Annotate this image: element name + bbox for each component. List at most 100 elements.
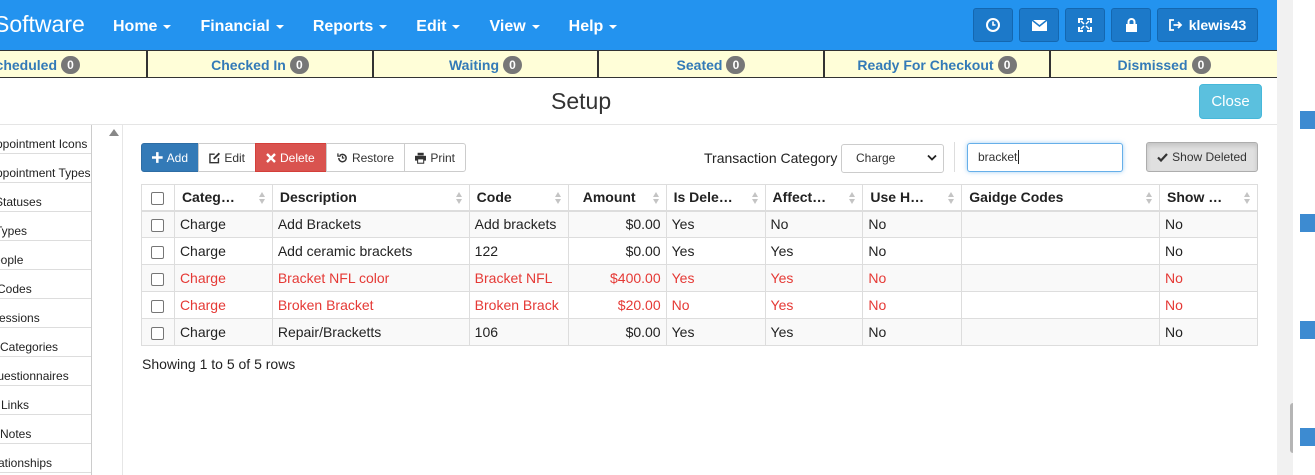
column-code[interactable]: Code [468, 184, 569, 212]
close-button[interactable]: Close [1199, 84, 1262, 119]
sidebar-item[interactable]: Sessions [0, 299, 91, 328]
search-input[interactable]: bracket [967, 143, 1123, 172]
cell-is-deleted: Yes [665, 237, 766, 265]
column-amount[interactable]: Amount [567, 184, 667, 212]
cell-gaidge-codes [961, 264, 1160, 292]
messages-button[interactable] [1019, 8, 1059, 42]
table-row-deleted[interactable]: Charge Bracket NFL color Bracket NFL $40… [141, 264, 1258, 292]
setup-sidebar: Appointment Icons Appointment Types Stat… [0, 125, 92, 475]
restore-button[interactable]: Restore [326, 143, 405, 172]
table-row-deleted[interactable]: Charge Broken Bracket Broken Brack $20.0… [141, 291, 1258, 319]
table-row[interactable]: Charge Add ceramic brackets 122 $0.00 Ye… [141, 237, 1258, 265]
delete-button[interactable]: Delete [255, 143, 327, 172]
row-checkbox[interactable] [151, 245, 165, 259]
lock-button[interactable] [1111, 8, 1151, 42]
column-affects[interactable]: Affect… [764, 184, 864, 212]
column-label: Is Dele… [673, 189, 733, 206]
sidebar-item[interactable]: People [0, 241, 91, 270]
top-navbar: Software Home Financial Reports Edit Vie… [0, 0, 1277, 50]
sidebar-item[interactable]: Questionnaires [0, 357, 91, 386]
edit-button[interactable]: Edit [198, 143, 256, 172]
print-icon [415, 152, 427, 164]
cell-description: Repair/Bracketts [271, 318, 470, 346]
clock-icon [986, 18, 1000, 32]
search-value: bracket [978, 150, 1018, 164]
menu-financial[interactable]: Financial [200, 0, 312, 50]
status-seated[interactable]: Seated 0 [599, 51, 825, 78]
menu-view[interactable]: View [489, 0, 568, 50]
cell-use-h: No [862, 237, 963, 265]
print-button[interactable]: Print [404, 143, 466, 172]
status-waiting[interactable]: Waiting 0 [374, 51, 599, 78]
appointment-status-bar: Scheduled0 Checked In0 Waiting0 Seated0 … [0, 50, 1277, 78]
sort-icon [1146, 192, 1153, 204]
sort-icon [751, 192, 759, 204]
menu-reports[interactable]: Reports [313, 0, 416, 50]
sidebar-scrollbar[interactable] [92, 125, 123, 475]
sidebar-item[interactable]: Appointment Types [0, 154, 91, 183]
cell-use-h: No [862, 318, 963, 346]
select-all-checkbox[interactable] [151, 192, 165, 206]
table-row[interactable]: Charge Add Brackets Add brackets $0.00 Y… [141, 210, 1258, 238]
scroll-up-icon[interactable] [109, 129, 119, 136]
sidebar-item[interactable]: Notes [0, 415, 91, 444]
sidebar-item[interactable]: Codes [0, 270, 91, 299]
sidebar-item[interactable]: Statuses [0, 183, 91, 212]
background-marker [1300, 428, 1315, 446]
column-category[interactable]: Categ… [173, 184, 273, 212]
pagination-info: Showing 1 to 5 of 5 rows [142, 356, 296, 372]
column-label: Use H… [870, 189, 925, 206]
transaction-category-select[interactable]: Charge [841, 144, 944, 173]
fullscreen-button[interactable] [1065, 8, 1105, 42]
status-scheduled[interactable]: Scheduled0 [0, 51, 148, 78]
row-checkbox[interactable] [151, 299, 165, 313]
menu-help[interactable]: Help [569, 0, 647, 50]
status-dismissed[interactable]: Dismissed 0 [1051, 51, 1277, 78]
cell-category: Charge [173, 237, 273, 265]
clock-button[interactable] [973, 8, 1013, 42]
cell-gaidge-codes [961, 318, 1160, 346]
menu-home[interactable]: Home [113, 0, 200, 50]
show-deleted-button[interactable]: Show Deleted [1146, 142, 1258, 172]
column-description[interactable]: Description [271, 184, 470, 212]
cell-affects: Yes [764, 237, 864, 265]
sort-icon [1244, 192, 1251, 204]
column-label: Amount [582, 189, 636, 206]
cell-use-h: No [862, 291, 963, 319]
background-marker [1300, 111, 1315, 129]
row-checkbox[interactable] [151, 272, 165, 286]
cell-category: Charge [173, 318, 273, 346]
add-button[interactable]: Add [141, 143, 199, 172]
page-title: Setup [551, 88, 612, 114]
cell-show: No [1159, 210, 1258, 238]
column-gaidge-codes[interactable]: Gaidge Codes [961, 184, 1160, 212]
status-count-badge: 0 [503, 55, 523, 74]
sidebar-item[interactable]: Appointment Icons [0, 125, 91, 154]
column-label: Code [476, 189, 512, 206]
column-is-deleted[interactable]: Is Dele… [665, 184, 766, 212]
menu-edit[interactable]: Edit [416, 0, 489, 50]
column-use-h[interactable]: Use H… [862, 184, 963, 212]
status-ready-for-checkout[interactable]: Ready For Checkout 0 [825, 51, 1051, 78]
sidebar-item[interactable]: Types [0, 212, 91, 241]
brand-logo[interactable]: Software [0, 11, 85, 38]
row-checkbox[interactable] [151, 219, 165, 233]
table-toolbar: Add Edit Delete Restore Print [141, 143, 466, 172]
select-all-header[interactable] [141, 184, 175, 212]
cell-code: Add brackets [468, 210, 569, 238]
history-icon [337, 152, 347, 162]
sort-icon [554, 192, 562, 204]
sidebar-item[interactable]: Categories [0, 328, 91, 357]
sidebar-item[interactable]: Relationships [0, 444, 91, 473]
user-button[interactable]: klewis43 [1157, 8, 1258, 42]
sidebar-item[interactable]: Links [0, 386, 91, 415]
sort-icon [258, 192, 266, 204]
caret-down-icon [379, 24, 388, 29]
row-checkbox[interactable] [151, 326, 165, 340]
table-row[interactable]: Charge Repair/Bracketts 106 $0.00 Yes Ye… [141, 318, 1258, 346]
cell-show: No [1159, 264, 1258, 292]
restore-label: Restore [351, 150, 394, 165]
add-label: Add [166, 150, 188, 165]
column-show[interactable]: Show … [1159, 184, 1258, 212]
status-checked-in[interactable]: Checked In 0 [148, 51, 374, 78]
